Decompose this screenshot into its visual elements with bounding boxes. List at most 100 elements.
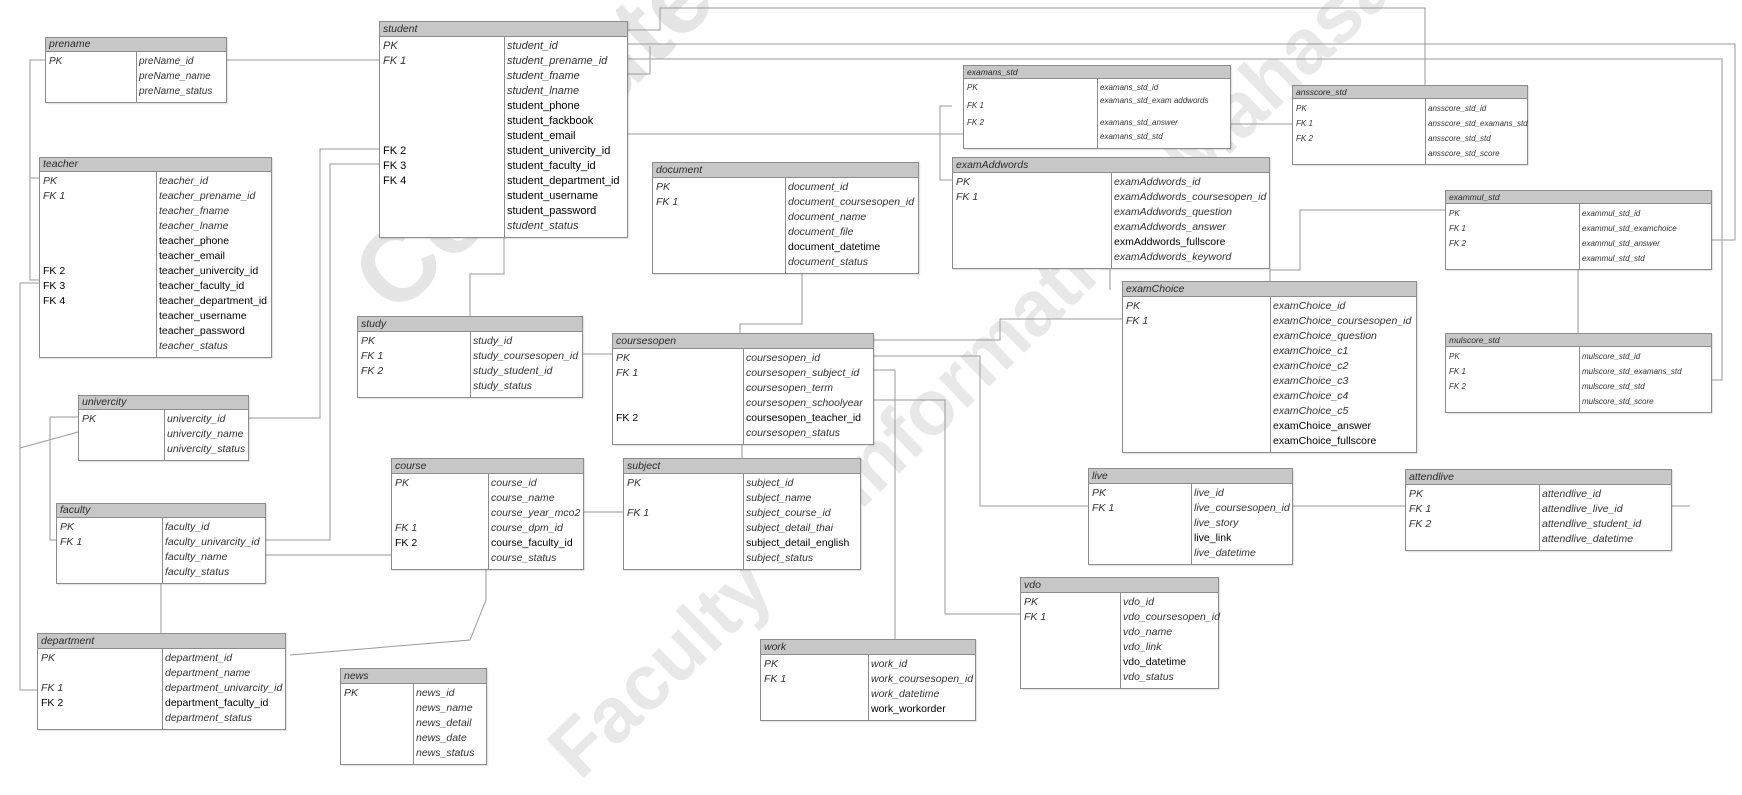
attribute-name: ansscore_std_score: [1428, 149, 1500, 158]
attribute-row: vdo_link: [1021, 640, 1218, 655]
key-label: FK 2: [395, 537, 418, 549]
key-label: FK 1: [1449, 224, 1466, 233]
attribute-name: exmAddwords_fullscore: [1114, 236, 1226, 248]
entity-title: ansscore_std: [1293, 86, 1527, 99]
attribute-name: document_id: [788, 181, 849, 193]
attribute-row: faculty_status: [57, 565, 265, 580]
attribute-row: FK 2 department_faculty_id: [38, 696, 285, 711]
entity-subject[interactable]: subject PK subject_id subject_name FK 1 subje…: [623, 458, 861, 570]
key-label: PK: [616, 352, 631, 364]
attribute-row: document_file: [653, 225, 918, 240]
attribute-row: FK 3 teacher_faculty_id: [40, 279, 271, 294]
attribute-name: news_id: [416, 687, 455, 699]
entity-examchoice[interactable]: examChoice PK examChoice_id FK 1 examChoice_…: [1122, 281, 1417, 453]
attribute-name: teacher_univercity_id: [159, 265, 259, 277]
entity-ansscore-std[interactable]: ansscore_std PK ansscore_std_id FK 1 ansscor…: [1292, 85, 1528, 165]
attribute-row: FK 1 document_coursesopen_id: [653, 195, 918, 210]
attribute-name: department_id: [165, 652, 233, 664]
key-label: FK 1: [764, 673, 787, 685]
entity-prename[interactable]: prename PK preName_id preName_name preName_s…: [45, 37, 227, 103]
attribute-name: news_status: [416, 747, 475, 759]
entity-work[interactable]: work PK work_id FK 1 work_coursesopen_id work…: [760, 639, 976, 721]
key-label: FK 2: [616, 412, 639, 424]
key-label: FK 2: [1449, 239, 1466, 248]
attribute-name: coursesopen_status: [746, 427, 840, 439]
attribute-name: attendlive_datetime: [1542, 533, 1634, 545]
attribute-name: study_coursesopen_id: [473, 350, 579, 362]
key-label: PK: [60, 521, 75, 533]
attribute-name: department_univarcity_id: [165, 682, 283, 694]
attribute-row: PK department_id: [38, 651, 285, 666]
attribute-row: examAddwords_question: [953, 205, 1269, 220]
entity-teacher[interactable]: teacher PK teacher_id FK 1 teacher_prename_i…: [39, 157, 272, 358]
attribute-row: teacher_lname: [40, 219, 271, 234]
entity-news[interactable]: news PK news_id news_name news_detail news_da…: [340, 668, 487, 765]
attribute-name: examChoice_question: [1273, 330, 1377, 342]
attribute-row: news_detail: [341, 716, 486, 731]
attribute-row: exmAddwords_fullscore: [953, 235, 1269, 250]
key-label: FK 1: [41, 682, 64, 694]
entity-title: examAddwords: [953, 158, 1269, 173]
entity-title: mulscore_std: [1446, 334, 1711, 347]
entity-univercity[interactable]: univercity PK univercity_id univercity_name…: [78, 395, 249, 461]
attribute-name: teacher_phone: [159, 235, 230, 247]
entity-department[interactable]: department PK department_id department_name…: [37, 633, 286, 730]
entity-title: teacher: [40, 158, 271, 172]
entity-student[interactable]: student PK student_id FK 1 student_prename_i…: [379, 21, 628, 238]
entity-coursesopen[interactable]: coursesopen PK coursesopen_id FK 1 coursesop…: [612, 333, 874, 445]
attribute-name: teacher_department_id: [159, 295, 267, 307]
attribute-row: PK examChoice_id: [1123, 299, 1416, 314]
attribute-row: FK 1 subject_course_id: [624, 506, 860, 521]
attribute-name: mulscore_std_examans_std: [1582, 367, 1682, 376]
attribute-row: PK course_id: [392, 476, 583, 491]
key-label: PK: [383, 40, 398, 52]
attribute-row: FK 2 attendlive_student_id: [1406, 517, 1671, 532]
entity-mulscore-std[interactable]: mulscore_std PK mulscore_std_id FK 1 mulscor…: [1445, 333, 1712, 413]
attribute-row: FK 2 study_student_id: [358, 364, 582, 379]
attribute-name: coursesopen_teacher_id: [746, 412, 861, 424]
entity-title: examans_std: [964, 66, 1230, 79]
attribute-name: examChoice_fullscore: [1273, 435, 1377, 447]
entity-examans-std[interactable]: examans_std PK examans_std_id FK 1 examans_s…: [963, 65, 1231, 149]
attribute-name: preName_name: [139, 71, 211, 82]
entity-document[interactable]: document PK document_id FK 1 document_course…: [652, 162, 919, 274]
attribute-name: work_coursesopen_id: [871, 673, 974, 685]
attribute-name: student_lname: [507, 85, 580, 97]
attribute-name: teacher_status: [159, 340, 228, 352]
key-label: FK 1: [616, 367, 639, 379]
attribute-name: subject_status: [746, 552, 814, 564]
attribute-row: FK 1 department_univarcity_id: [38, 681, 285, 696]
attribute-row: examChoice_c5: [1123, 404, 1416, 419]
entity-attendlive[interactable]: attendlive PK attendlive_id FK 1 attendlive_…: [1405, 469, 1672, 551]
attribute-row: faculty_name: [57, 550, 265, 565]
attribute-name: examChoice_c5: [1273, 405, 1349, 417]
attribute-name: student_email: [507, 130, 576, 142]
entity-live[interactable]: live PK live_id FK 1 live_coursesopen_id live…: [1088, 468, 1293, 565]
entity-vdo[interactable]: vdo PK vdo_id FK 1 vdo_coursesopen_id vdo_nam…: [1020, 577, 1220, 689]
attribute-row: PK student_id: [380, 39, 627, 54]
attribute-row: exammul_std_std: [1446, 251, 1711, 266]
attribute-name: coursesopen_schoolyear: [746, 397, 863, 409]
entity-study[interactable]: study PK study_id FK 1 study_coursesopen_id F…: [357, 316, 583, 398]
attribute-name: examAddwords_id: [1114, 176, 1201, 188]
attribute-row: preName_name: [46, 69, 226, 84]
entity-exammul-std[interactable]: exammul_std PK exammul_std_id FK 1 exammul_s…: [1445, 190, 1712, 270]
key-label: FK 2: [383, 145, 407, 157]
attribute-name: document_name: [788, 211, 867, 223]
key-label: PK: [627, 477, 642, 489]
attribute-row: coursesopen_status: [613, 426, 873, 441]
attribute-name: examans_std_id: [1100, 83, 1159, 92]
attribute-name: mulscore_std_std: [1582, 382, 1645, 391]
attribute-row: examChoice_c2: [1123, 359, 1416, 374]
entity-course[interactable]: course PK course_id course_name course_year_…: [391, 458, 584, 570]
entity-title: department: [38, 634, 285, 649]
attribute-name: attendlive_id: [1542, 488, 1601, 500]
entity-faculty[interactable]: faculty PK faculty_id FK 1 faculty_univarcit…: [56, 503, 266, 584]
attribute-name: study_student_id: [473, 365, 553, 377]
attribute-name: department_faculty_id: [165, 697, 269, 709]
key-label: FK 2: [361, 365, 384, 377]
key-label: PK: [1449, 352, 1460, 361]
attribute-row: PK mulscore_std_id: [1446, 349, 1711, 364]
attribute-name: examChoice_id: [1273, 300, 1346, 312]
entity-examaddwords[interactable]: examAddwords PK examAddwords_id FK 1 examAdd…: [952, 157, 1270, 269]
